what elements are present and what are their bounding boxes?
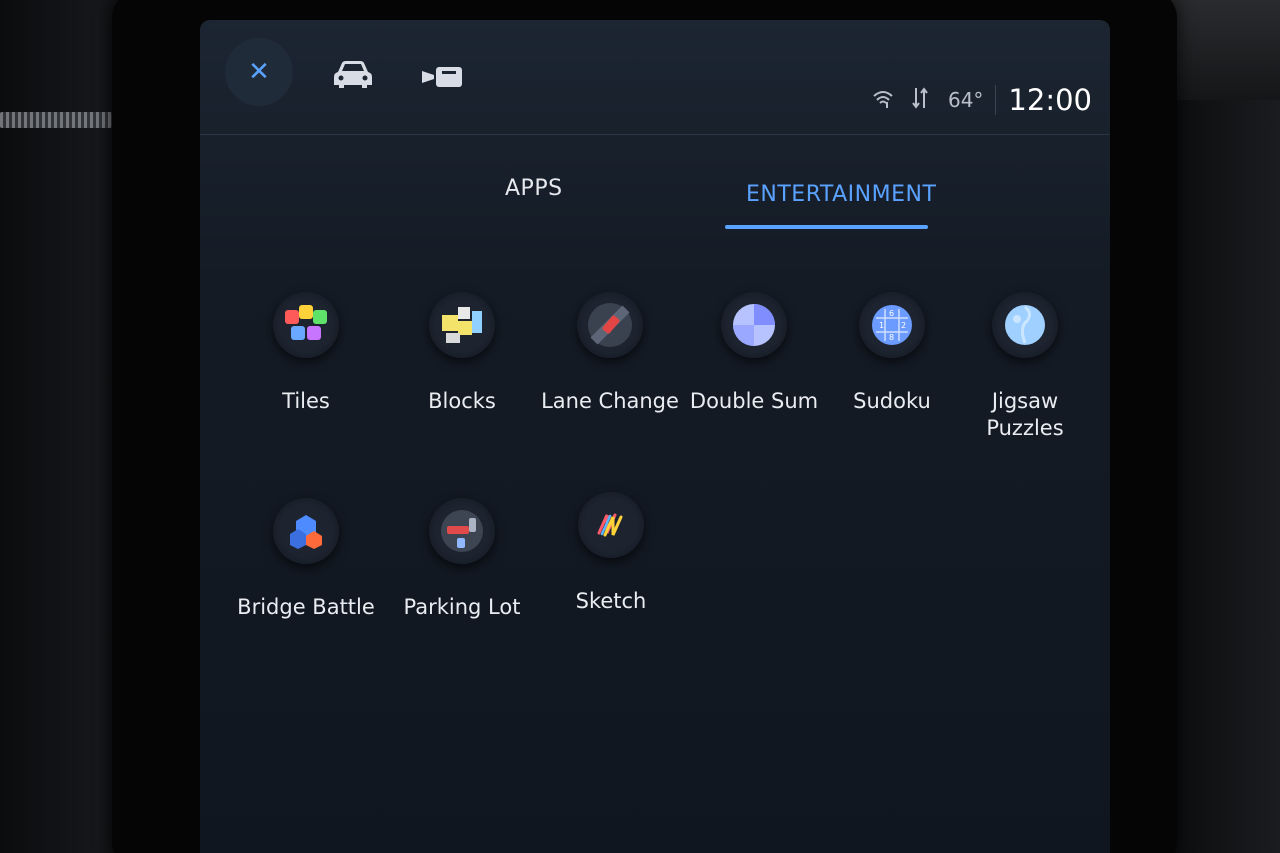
svg-text:2: 2	[901, 321, 906, 330]
parking-lot-icon	[429, 498, 495, 564]
status-bar: 64° 12:00	[872, 80, 1092, 120]
app-label: Parking Lot	[403, 595, 521, 619]
bridge-battle-icon	[273, 498, 339, 564]
close-button[interactable]: ✕	[225, 38, 293, 106]
app-label: Blocks	[428, 389, 496, 413]
tab-entertainment[interactable]: ENTERTAINMENT	[746, 182, 936, 207]
clock: 12:00	[1008, 83, 1092, 117]
jigsaw-icon	[992, 292, 1058, 358]
svg-text:6: 6	[889, 309, 894, 318]
app-label: Jigsaw Puzzles	[980, 388, 1070, 442]
app-bridge-battle[interactable]: Bridge Battle	[226, 498, 386, 621]
infotainment-screen: ✕ 64° 12:00 APPS ENTERTAINMENT Tiles Blo…	[200, 20, 1110, 853]
svg-text:8: 8	[889, 333, 894, 342]
app-double-sum[interactable]: Double Sum	[674, 292, 834, 415]
app-label-text: Jigsaw Puzzles	[986, 389, 1064, 440]
svg-text:1: 1	[879, 321, 884, 330]
car-dashboard-scene: ✕ 64° 12:00 APPS ENTERTAINMENT Tiles Blo…	[0, 0, 1280, 853]
data-transfer-icon	[912, 86, 928, 115]
camera-icon[interactable]	[422, 65, 464, 93]
app-label: Bridge Battle	[237, 595, 375, 619]
air-vent	[0, 112, 112, 128]
app-tiles[interactable]: Tiles	[226, 292, 386, 415]
tiles-icon	[273, 292, 339, 358]
app-label: Lane Change	[541, 389, 679, 413]
car-icon[interactable]	[332, 58, 374, 94]
blocks-icon	[429, 292, 495, 358]
double-sum-icon	[721, 292, 787, 358]
app-jigsaw-puzzles[interactable]: Jigsaw Puzzles	[945, 292, 1105, 442]
status-divider	[995, 85, 997, 115]
app-blocks[interactable]: Blocks	[382, 292, 542, 415]
sketch-icon	[578, 492, 644, 558]
lane-change-icon	[577, 292, 643, 358]
top-bar: ✕ 64° 12:00	[200, 20, 1110, 135]
tab-bar: APPS ENTERTAINMENT	[200, 170, 1110, 240]
app-lane-change[interactable]: Lane Change	[530, 292, 690, 415]
app-sketch[interactable]: Sketch	[531, 492, 691, 615]
tab-apps[interactable]: APPS	[505, 176, 563, 201]
wifi-icon	[872, 88, 894, 113]
app-label: Tiles	[282, 389, 330, 413]
app-label: Double Sum	[689, 389, 819, 413]
app-label: Sketch	[575, 589, 647, 613]
active-tab-indicator	[725, 225, 928, 229]
sudoku-icon: 6 1 2 8	[859, 292, 925, 358]
app-parking-lot[interactable]: Parking Lot	[382, 498, 542, 621]
close-icon: ✕	[248, 57, 270, 87]
temperature-readout: 64°	[947, 88, 984, 112]
